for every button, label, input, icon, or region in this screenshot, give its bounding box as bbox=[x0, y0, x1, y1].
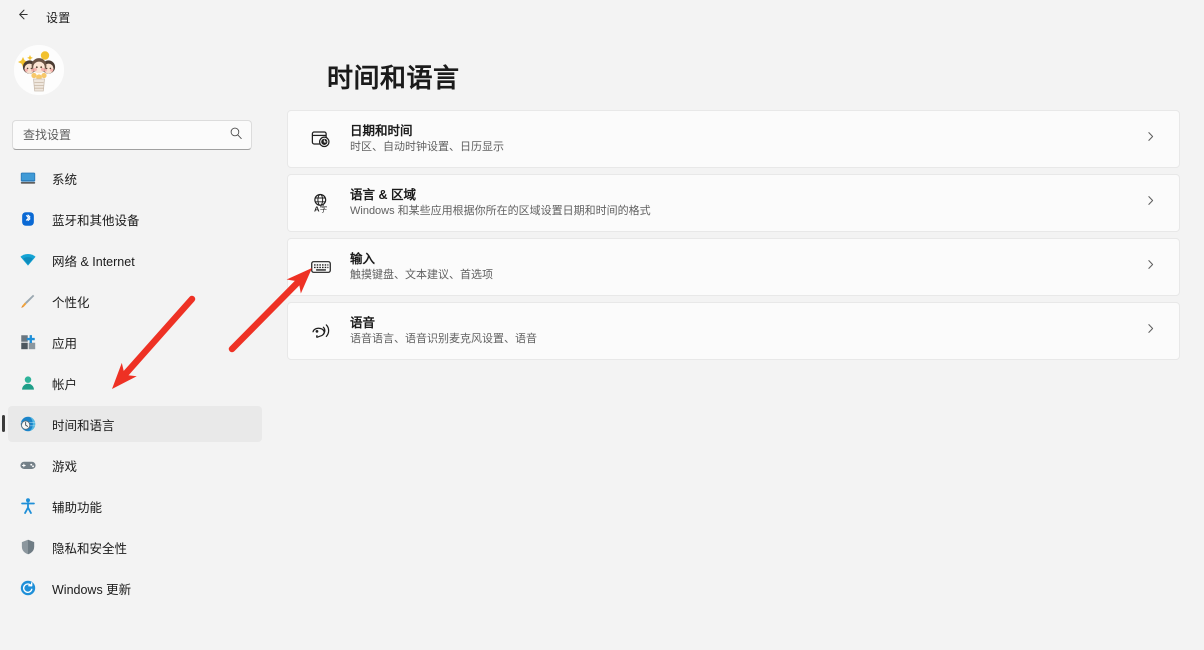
settings-card-language-region[interactable]: A 字 语言 & 区域 Windows 和某些应用根据你所在的区域设置日期和时间… bbox=[287, 174, 1180, 232]
settings-card-list: 日期和时间 时区、自动时钟设置、日历显示 A 字 语言 & 区域 Windows… bbox=[287, 110, 1180, 366]
clock-globe-icon bbox=[18, 414, 38, 434]
card-text: 日期和时间 时区、自动时钟设置、日历显示 bbox=[350, 123, 1144, 155]
shield-icon bbox=[18, 537, 38, 557]
sidebar-item-label: 个性化 bbox=[52, 295, 90, 310]
settings-window: 设置 查找设置 系统 蓝牙和其他设备 网络 & Internet 个性化 应用 … bbox=[0, 0, 1204, 650]
keyboard-icon bbox=[310, 256, 332, 278]
search-box[interactable] bbox=[12, 120, 252, 150]
sidebar-item-gaming[interactable]: 游戏 bbox=[8, 447, 262, 483]
sidebar-item-accounts[interactable]: 帐户 bbox=[8, 365, 262, 401]
sidebar-item-windows-update[interactable]: Windows 更新 bbox=[8, 570, 262, 606]
sidebar-item-label: 隐私和安全性 bbox=[52, 541, 128, 556]
back-button[interactable] bbox=[6, 1, 38, 33]
back-arrow-icon bbox=[15, 7, 30, 27]
speech-icon bbox=[310, 320, 332, 342]
card-title: 输入 bbox=[350, 252, 376, 266]
sidebar-item-label: 时间和语言 bbox=[52, 418, 115, 433]
gamepad-icon bbox=[18, 455, 38, 475]
sidebar-item-label: 网络 & Internet bbox=[52, 254, 135, 269]
app-title: 设置 bbox=[46, 10, 71, 25]
user-avatar-illustration bbox=[14, 45, 64, 95]
sidebar-item-network-internet[interactable]: 网络 & Internet bbox=[8, 242, 262, 278]
sidebar-item-label: 帐户 bbox=[52, 377, 78, 392]
card-text: 输入 触摸键盘、文本建议、首选项 bbox=[350, 251, 1144, 283]
sidebar-item-privacy-security[interactable]: 隐私和安全性 bbox=[8, 529, 262, 565]
title-bar: 设置 bbox=[0, 0, 1204, 34]
paintbrush-icon bbox=[18, 291, 38, 311]
chevron-right-icon[interactable] bbox=[1144, 322, 1157, 340]
card-text: 语言 & 区域 Windows 和某些应用根据你所在的区域设置日期和时间的格式 bbox=[350, 187, 1144, 219]
monitor-icon bbox=[18, 168, 38, 188]
chevron-right-icon[interactable] bbox=[1144, 258, 1157, 276]
sidebar-item-label: 蓝牙和其他设备 bbox=[52, 213, 140, 228]
calendar-clock-icon bbox=[310, 128, 332, 150]
card-subtitle: 触摸键盘、文本建议、首选项 bbox=[350, 269, 493, 281]
wifi-icon bbox=[18, 250, 38, 270]
page-title: 时间和语言 bbox=[327, 63, 460, 93]
card-subtitle: Windows 和某些应用根据你所在的区域设置日期和时间的格式 bbox=[350, 205, 651, 217]
sidebar-item-label: 游戏 bbox=[52, 459, 78, 474]
sidebar-item-time-and-language[interactable]: 时间和语言 bbox=[2, 406, 262, 442]
card-text: 语音 语音语言、语音识别麦克风设置、语音 bbox=[350, 315, 1144, 347]
account-icon bbox=[18, 373, 38, 393]
sidebar-item-system[interactable]: 系统 bbox=[8, 160, 262, 196]
settings-card-typing[interactable]: 输入 触摸键盘、文本建议、首选项 bbox=[287, 238, 1180, 296]
chevron-right-icon[interactable] bbox=[1144, 194, 1157, 212]
card-subtitle: 语音语言、语音识别麦克风设置、语音 bbox=[350, 333, 537, 345]
sidebar-item-bluetooth-devices[interactable]: 蓝牙和其他设备 bbox=[8, 201, 262, 237]
accessibility-icon bbox=[18, 496, 38, 516]
main-content: 时间和语言 日期和时间 时区、自动时钟设置、日历显示 A 字 语言 & 区域 W… bbox=[270, 34, 1204, 650]
sidebar-item-label: Windows 更新 bbox=[52, 582, 132, 597]
chevron-right-icon[interactable] bbox=[1144, 130, 1157, 148]
search-input[interactable] bbox=[23, 128, 229, 142]
card-subtitle: 时区、自动时钟设置、日历显示 bbox=[350, 141, 504, 153]
avatar[interactable] bbox=[14, 45, 64, 95]
sidebar-item-personalization[interactable]: 个性化 bbox=[8, 283, 262, 319]
card-title: 语言 & 区域 bbox=[350, 188, 416, 202]
bluetooth-icon bbox=[18, 209, 38, 229]
sidebar-nav: 系统 蓝牙和其他设备 网络 & Internet 个性化 应用 帐户 时间和语言… bbox=[0, 160, 270, 611]
globe-language-icon: A 字 bbox=[310, 192, 332, 214]
settings-card-speech[interactable]: 语音 语音语言、语音识别麦克风设置、语音 bbox=[287, 302, 1180, 360]
card-title: 语音 bbox=[350, 316, 376, 330]
svg-text:字: 字 bbox=[320, 205, 327, 214]
settings-card-date-time[interactable]: 日期和时间 时区、自动时钟设置、日历显示 bbox=[287, 110, 1180, 168]
sidebar: 系统 蓝牙和其他设备 bbox=[0, 34, 270, 650]
card-title: 日期和时间 bbox=[350, 124, 413, 138]
sidebar-item-label: 辅助功能 bbox=[52, 500, 103, 515]
sidebar-item-apps[interactable]: 应用 bbox=[8, 324, 262, 360]
sidebar-item-label: 应用 bbox=[52, 336, 78, 351]
apps-icon bbox=[18, 332, 38, 352]
sidebar-item-accessibility[interactable]: 辅助功能 bbox=[8, 488, 262, 524]
update-icon bbox=[18, 578, 38, 598]
search-icon[interactable] bbox=[229, 126, 243, 145]
sidebar-item-label: 系统 bbox=[52, 172, 78, 187]
